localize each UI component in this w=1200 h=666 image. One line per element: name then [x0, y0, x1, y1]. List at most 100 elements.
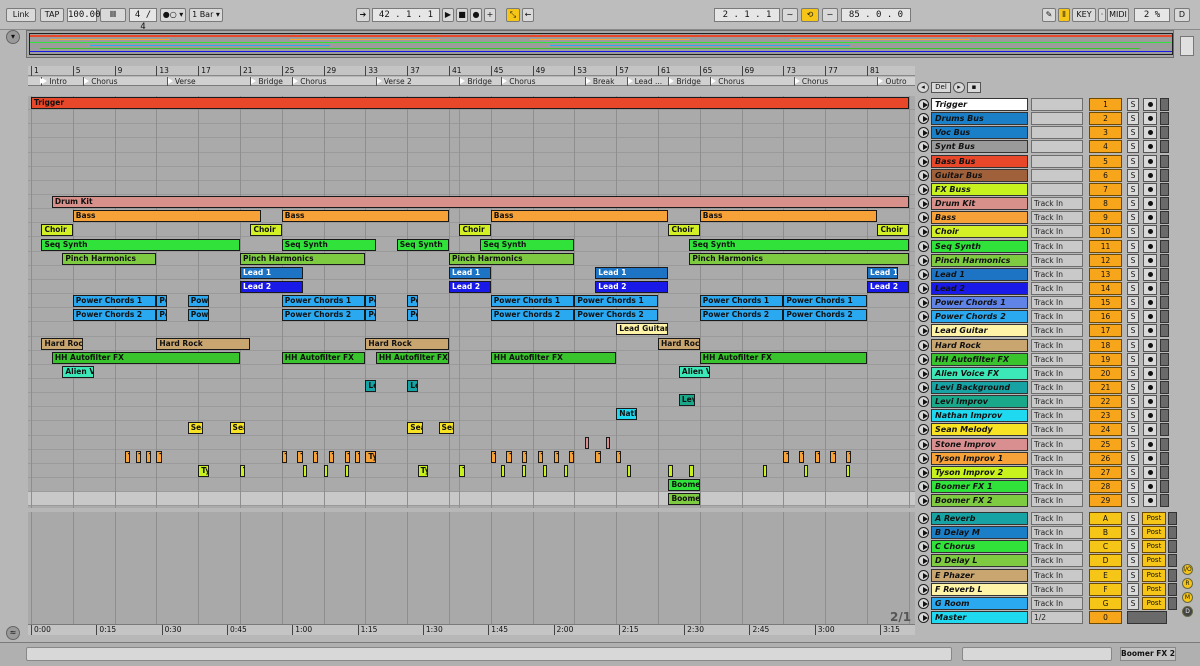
arm-record-icon[interactable]: [1143, 494, 1157, 508]
clip[interactable]: Lead Guitar: [616, 323, 669, 336]
delete-locator-button[interactable]: Del: [931, 82, 951, 93]
track-play-icon[interactable]: [918, 481, 929, 493]
arm-record-icon[interactable]: [1143, 281, 1157, 295]
track-input-select[interactable]: Track In: [1031, 267, 1083, 281]
locator-marker[interactable]: Verse: [166, 77, 196, 86]
track-activator-button[interactable]: 23: [1089, 409, 1122, 423]
draw-mode-icon[interactable]: ✎: [1042, 8, 1056, 22]
track-header[interactable]: Power Chords 2 Track In 16 S: [917, 310, 1177, 324]
track-header[interactable]: HH Autofilter FX Track In 19 S: [917, 352, 1177, 366]
master-volume[interactable]: 0: [1089, 611, 1122, 625]
clip[interactable]: Seq Synth: [480, 238, 575, 251]
solo-button[interactable]: S: [1127, 126, 1139, 140]
clip[interactable]: [605, 436, 610, 449]
track-name[interactable]: Seq Synth: [931, 239, 1028, 253]
clip[interactable]: Lead 1: [867, 266, 899, 279]
solo-button[interactable]: S: [1127, 225, 1139, 239]
clip[interactable]: Hard Rock: [365, 337, 449, 350]
clip[interactable]: Alien Vo: [62, 365, 94, 378]
arrangement-view[interactable]: Trigger Drum Kit Bass Bass Bass Bass Choir Choi…: [28, 96, 915, 508]
clip[interactable]: Lead 2: [595, 280, 669, 293]
track-activator-button[interactable]: A: [1089, 512, 1122, 525]
track-play-icon[interactable]: [918, 212, 929, 224]
clip[interactable]: T: [537, 450, 544, 463]
track-header[interactable]: Pinch Harmonics Track In 12 S: [917, 253, 1177, 267]
track-activator-button[interactable]: 8: [1089, 197, 1122, 211]
solo-button[interactable]: S: [1127, 423, 1139, 437]
track-name[interactable]: Nathan Improv: [931, 409, 1028, 423]
track-name[interactable]: Lead Guitar: [931, 324, 1028, 338]
track-input-select[interactable]: [1031, 182, 1083, 196]
track-lane[interactable]: [28, 478, 915, 493]
solo-button[interactable]: S: [1127, 267, 1139, 281]
locator-marker[interactable]: Chorus: [501, 77, 536, 86]
clip[interactable]: [323, 464, 328, 477]
track-header[interactable]: Guitar Bus 6 S: [917, 168, 1177, 182]
track-name[interactable]: E Phazer: [931, 568, 1028, 582]
arm-record-icon[interactable]: [1143, 451, 1157, 465]
track-input-select[interactable]: [1031, 112, 1083, 126]
clip[interactable]: Drum Kit: [51, 196, 909, 209]
song-position-field[interactable]: 42 . 1 . 1: [372, 8, 440, 22]
track-lane[interactable]: [28, 365, 915, 379]
track-activator-button[interactable]: 19: [1089, 352, 1122, 366]
track-activator-button[interactable]: 14: [1089, 281, 1122, 295]
track-header[interactable]: Synt Bus 4 S: [917, 140, 1177, 154]
solo-button[interactable]: S: [1127, 540, 1139, 554]
track-activator-button[interactable]: C: [1089, 540, 1122, 554]
clip[interactable]: Lead 1: [240, 266, 303, 279]
track-input-select[interactable]: Track In: [1031, 480, 1083, 494]
clip[interactable]: T: [846, 450, 852, 463]
clip[interactable]: Pinch Harmonics: [62, 252, 157, 265]
clip[interactable]: Po: [407, 295, 418, 308]
arm-record-icon[interactable]: [1143, 126, 1157, 140]
clip[interactable]: T: [135, 450, 141, 463]
track-activator-button[interactable]: D: [1089, 554, 1122, 568]
track-name[interactable]: Pinch Harmonics: [931, 253, 1028, 267]
locator-marker[interactable]: Chorus: [83, 77, 118, 86]
track-lane[interactable]: [28, 124, 915, 139]
track-lane[interactable]: [28, 181, 915, 196]
clip[interactable]: HH Autofilter FX: [490, 351, 617, 364]
track-play-icon[interactable]: [918, 410, 929, 422]
post-button[interactable]: Post: [1142, 512, 1166, 525]
arm-record-icon[interactable]: [1143, 423, 1157, 437]
track-header[interactable]: FX Buss 7 S: [917, 182, 1177, 196]
clip[interactable]: Boomer F: [668, 493, 700, 506]
track-activator-button[interactable]: 18: [1089, 338, 1122, 352]
track-header[interactable]: Nathan Improv Track In 23 S: [917, 409, 1177, 423]
clip[interactable]: Hard Rock: [41, 337, 84, 350]
clip[interactable]: [501, 464, 506, 477]
clip[interactable]: Le: [407, 380, 418, 392]
arm-record-icon[interactable]: [1143, 112, 1157, 126]
track-header[interactable]: Sean Melody Track In 24 S: [917, 423, 1177, 437]
play-icon[interactable]: ▶: [442, 8, 454, 22]
clip[interactable]: Pinch Harmonics: [449, 252, 575, 265]
clip[interactable]: T: [506, 450, 512, 463]
track-input-select[interactable]: [1031, 140, 1083, 154]
track-activator-button[interactable]: 2: [1089, 112, 1122, 126]
arm-record-icon[interactable]: [1143, 409, 1157, 423]
arm-record-icon[interactable]: [1143, 154, 1157, 168]
track-header[interactable]: Levi Background Track In 21 S: [917, 381, 1177, 394]
clip[interactable]: Choir: [250, 224, 282, 237]
track-activator-button[interactable]: B: [1089, 526, 1122, 540]
track-activator-button[interactable]: 13: [1089, 267, 1122, 281]
back-to-arrangement-icon[interactable]: ←: [522, 8, 534, 22]
track-activator-button[interactable]: G: [1089, 596, 1122, 610]
track-lane[interactable]: [28, 138, 915, 153]
solo-button[interactable]: S: [1127, 395, 1139, 409]
track-play-icon[interactable]: [918, 424, 929, 436]
clip[interactable]: Power Chords 1: [72, 295, 157, 308]
clip[interactable]: Power Chords 2: [783, 309, 867, 322]
collapse-overview-icon[interactable]: ▾: [6, 30, 20, 44]
time-signature-field[interactable]: 4 / 4: [129, 8, 157, 32]
track-activator-button[interactable]: E: [1089, 568, 1122, 582]
track-name[interactable]: Power Chords 1: [931, 296, 1028, 310]
track-name[interactable]: C Chorus: [931, 540, 1028, 554]
locator-bar[interactable]: Intro Chorus Verse Bridge Chorus Verse 2 Bridg…: [28, 77, 915, 86]
track-name[interactable]: HH Autofilter FX: [931, 352, 1028, 366]
track-name[interactable]: Trigger: [931, 98, 1028, 111]
clip[interactable]: Hard Rock: [156, 337, 251, 350]
returns-toggle-button[interactable]: R: [1182, 578, 1193, 589]
